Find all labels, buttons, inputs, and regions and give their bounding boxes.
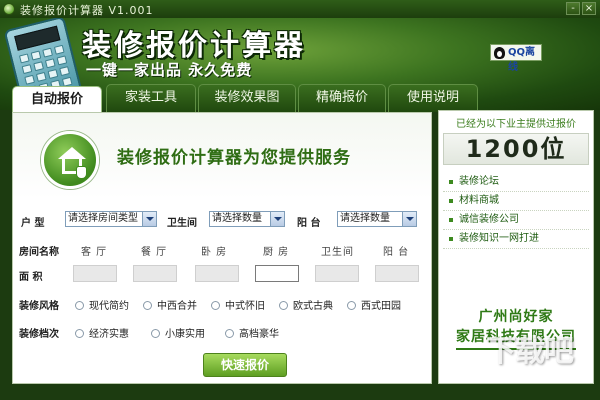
auto-quote-panel: 装修报价计算器为您提供服务 户 型 请选择房间类型 卫生间 请选择数量 阳 台 … [12, 112, 432, 384]
bathroom-label: 卫生间 [167, 218, 197, 229]
title-bar: 装修报价计算器 V1.001 - × [0, 0, 600, 18]
app-slogan: 一键一家出品 永久免费 [86, 61, 253, 79]
column-living-room: 客 厅 [81, 247, 108, 258]
chevron-down-icon [142, 212, 156, 226]
bathroom-count-select[interactable]: 请选择数量 [209, 211, 285, 227]
sidebar-link-forum[interactable]: 装修论坛 [443, 173, 589, 192]
balcony-count-select[interactable]: 请选择数量 [337, 211, 417, 227]
service-heading: 装修报价计算器为您提供服务 [117, 148, 351, 168]
sidebar-link-materials[interactable]: 材料商城 [443, 192, 589, 211]
column-bathroom: 卫生间 [321, 247, 354, 258]
close-button[interactable]: × [582, 2, 596, 15]
style-option-pastoral[interactable]: 西式田园 [347, 297, 401, 312]
served-count: 1200位 [443, 133, 589, 165]
grade-option-economy[interactable]: 经济实惠 [75, 325, 129, 340]
house-click-icon [41, 131, 99, 189]
area-input-dining-room[interactable] [133, 265, 177, 282]
app-title: 装修报价计算器 [82, 28, 307, 62]
tab-instructions[interactable]: 使用说明 [388, 84, 478, 112]
bullet-icon [449, 199, 453, 203]
watermark: 下载吧 www.xiazaiba.com [482, 326, 592, 386]
minimize-button[interactable]: - [566, 2, 580, 15]
balcony-label: 阳 台 [297, 218, 321, 229]
style-label: 装修风格 [19, 301, 59, 312]
area-input-bathroom[interactable] [315, 265, 359, 282]
service-banner: 装修报价计算器为您提供服务 [13, 113, 431, 199]
tab-auto-quote[interactable]: 自动报价 [12, 86, 102, 113]
room-type-label: 户 型 [21, 218, 45, 229]
style-option-european[interactable]: 欧式古典 [279, 297, 333, 312]
grade-option-standard[interactable]: 小康实用 [151, 325, 205, 340]
column-kitchen: 厨 房 [263, 247, 290, 258]
qq-penguin-icon [494, 47, 505, 59]
style-option-modern[interactable]: 现代简约 [75, 297, 129, 312]
watermark-url: www.xiazaiba.com [512, 368, 577, 376]
qq-status-button[interactable]: QQ离线 [490, 44, 542, 73]
area-input-bedroom[interactable] [195, 265, 239, 282]
style-option-chinese[interactable]: 中式怀旧 [211, 297, 265, 312]
bullet-icon [449, 237, 453, 241]
sidebar-link-list: 装修论坛 材料商城 诚信装修公司 装修知识一网打进 [443, 173, 589, 249]
watermark-logo: 下载吧 [486, 334, 574, 369]
area-input-kitchen[interactable] [255, 265, 299, 282]
column-dining-room: 餐 厅 [141, 247, 168, 258]
bullet-icon [449, 218, 453, 222]
room-type-select[interactable]: 请选择房间类型 [65, 211, 157, 227]
area-input-balcony[interactable] [375, 265, 419, 282]
area-label: 面 积 [19, 272, 43, 283]
bullet-icon [449, 180, 453, 184]
room-name-label: 房间名称 [19, 247, 59, 258]
column-bedroom: 卧 房 [201, 247, 228, 258]
column-balcony: 阳 台 [383, 247, 410, 258]
app-icon [3, 3, 15, 15]
grade-option-luxury[interactable]: 高档豪华 [225, 325, 279, 340]
style-option-fusion[interactable]: 中西合并 [143, 297, 197, 312]
served-caption: 已经为以下业主提供过报价 [456, 119, 576, 130]
chevron-down-icon [402, 212, 416, 226]
tab-renderings[interactable]: 装修效果图 [198, 84, 296, 112]
sidebar-link-knowledge[interactable]: 装修知识一网打进 [443, 230, 589, 249]
sidebar-link-companies[interactable]: 诚信装修公司 [443, 211, 589, 230]
window-title: 装修报价计算器 V1.001 [20, 4, 154, 17]
chevron-down-icon [270, 212, 284, 226]
area-input-living-room[interactable] [73, 265, 117, 282]
tab-home-tools[interactable]: 家装工具 [106, 84, 196, 112]
grade-label: 装修档次 [19, 329, 59, 340]
tab-precise-quote[interactable]: 精确报价 [298, 84, 386, 112]
quick-quote-button[interactable]: 快速报价 [203, 353, 287, 377]
